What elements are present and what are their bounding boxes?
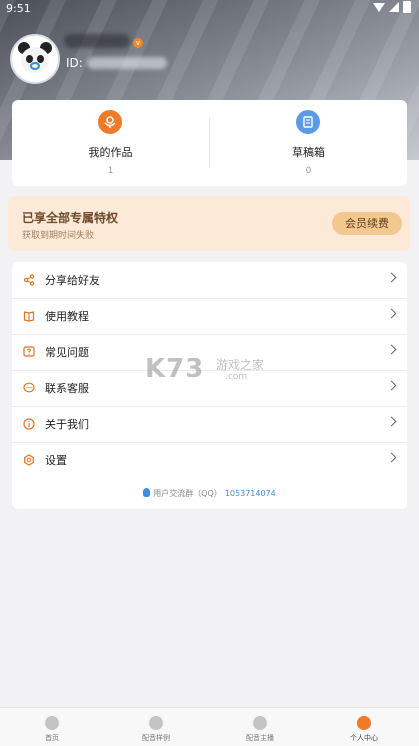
chevron-right-icon [386, 452, 397, 463]
menu-item-label: 联系客服 [45, 382, 89, 395]
user-id-blurred [86, 57, 167, 69]
tab-label: 配音样例 [142, 734, 170, 742]
qq-group-number[interactable]: 1053714074 [225, 489, 276, 498]
menu-item-about-us[interactable]: 关于我们 [12, 406, 407, 443]
status-bar: 9:51 [0, 0, 419, 18]
bottom-tab-bar: 首页 配音样例 配音主播 个人中心 [0, 707, 419, 746]
tab-home[interactable]: 首页 [0, 708, 104, 746]
tutorial-book-icon [22, 309, 36, 323]
status-time: 9:51 [6, 2, 31, 15]
tab-label: 首页 [45, 734, 59, 742]
tab-label: 配音主播 [246, 734, 274, 742]
person-icon [357, 716, 371, 730]
share-icon [22, 273, 36, 287]
microphone-icon [253, 716, 267, 730]
my-works-stat[interactable]: 我的作品 1 [12, 100, 209, 186]
home-icon [45, 716, 59, 730]
vip-privilege-card: 已享全部专属特权 获取到期时间失败 会员续费 [8, 196, 410, 251]
chevron-right-icon [386, 380, 397, 391]
tab-profile[interactable]: 个人中心 [312, 708, 416, 746]
vip-badge-icon: v [133, 38, 143, 48]
menu-item-label: 常见问题 [45, 346, 89, 359]
chevron-right-icon [386, 344, 397, 355]
question-icon [22, 345, 36, 359]
works-card: 我的作品 1 草稿箱 0 [12, 100, 407, 186]
tab-dubbing-samples[interactable]: 配音样例 [104, 708, 208, 746]
user-id: ID: [66, 56, 167, 70]
menu-item-faq[interactable]: 常见问题 [12, 334, 407, 371]
vip-expiry-status: 获取到期时间失败 [22, 231, 95, 241]
drafts-label: 草稿箱 [292, 146, 325, 159]
panda-mouth-icon [30, 62, 40, 70]
user-id-label: ID: [66, 56, 83, 70]
tab-label: 个人中心 [350, 734, 378, 742]
status-icons [373, 1, 411, 13]
avatar[interactable] [10, 34, 60, 84]
menu-item-label: 使用教程 [45, 310, 89, 323]
drafts-stat[interactable]: 草稿箱 0 [210, 100, 407, 186]
works-icon [98, 110, 122, 134]
qq-group-label: 用户交流群（QQ） [153, 489, 222, 498]
renew-membership-button[interactable]: 会员续费 [332, 212, 402, 235]
chevron-right-icon [386, 308, 397, 319]
battery-icon [403, 1, 411, 13]
wifi-icon [373, 2, 385, 12]
chevron-right-icon [386, 416, 397, 427]
sample-play-icon [149, 716, 163, 730]
info-icon [22, 417, 36, 431]
menu-item-label: 设置 [45, 454, 67, 467]
signal-icon [389, 2, 399, 12]
vip-title: 已享全部专属特权 [22, 211, 119, 225]
tab-voice-actors[interactable]: 配音主播 [208, 708, 312, 746]
qq-icon [143, 488, 151, 497]
my-works-label: 我的作品 [88, 146, 133, 159]
panda-eye-icon [37, 55, 44, 63]
chat-icon [22, 381, 36, 395]
menu-item-settings[interactable]: 设置 [12, 442, 407, 478]
my-works-count: 1 [107, 166, 114, 176]
chevron-right-icon [386, 272, 397, 283]
menu-item-label: 分享给好友 [45, 274, 100, 287]
drafts-icon [296, 110, 320, 134]
settings-menu: 分享给好友 使用教程 常见问题 联系客服 关于我们 设置 用户交流群（QQ） 1… [12, 262, 407, 509]
qq-group-info: 用户交流群（QQ） 1053714074 [12, 488, 407, 499]
menu-item-tutorial[interactable]: 使用教程 [12, 298, 407, 335]
drafts-count: 0 [305, 166, 312, 176]
username-blurred [64, 34, 130, 48]
settings-icon [22, 453, 36, 467]
menu-item-label: 关于我们 [45, 418, 89, 431]
menu-item-share[interactable]: 分享给好友 [12, 262, 407, 299]
menu-item-customer-service[interactable]: 联系客服 [12, 370, 407, 407]
